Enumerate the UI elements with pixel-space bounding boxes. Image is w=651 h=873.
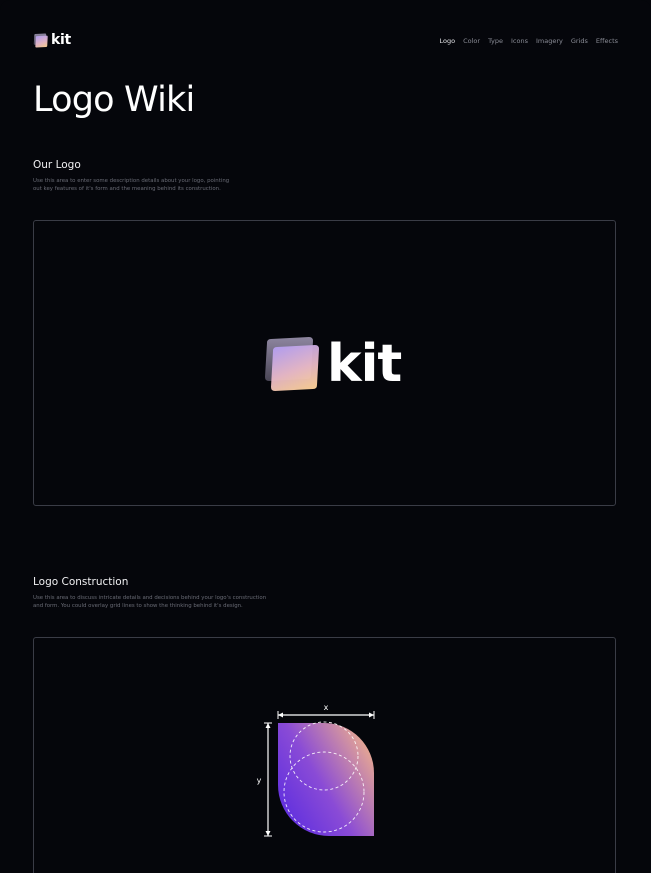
dimension-y-label: y	[257, 776, 262, 785]
brand-name: kit	[51, 32, 71, 48]
logo-construction-description-line1: Use this area to discuss intricate detai…	[33, 595, 267, 601]
dimension-x-arrow-right	[369, 712, 374, 718]
nav-item-imagery[interactable]: Imagery	[536, 36, 563, 46]
nav-item-logo[interactable]: Logo	[439, 36, 455, 46]
our-logo-description-line2: out key features of it's form and the me…	[33, 186, 221, 192]
dimension-x-arrow-left	[278, 712, 283, 718]
nav-item-color[interactable]: Color	[463, 36, 480, 46]
logo-wiki-page: kit Logo Color Type Icons Imagery Grids …	[0, 0, 651, 873]
brand-logo-link[interactable]: kit	[33, 33, 71, 48]
dimension-x-label: x	[324, 703, 329, 712]
page-title: Logo Wiki	[33, 80, 195, 120]
logo-construction-diagram: x y	[257, 703, 375, 837]
logo-showcase-panel: kit	[33, 220, 616, 506]
our-logo-description-line1: Use this area to enter some description …	[33, 178, 230, 184]
logo-construction-description-line2: and form. You could overlay grid lines t…	[33, 603, 243, 609]
dimension-y-arrow-top	[265, 723, 271, 728]
kit-logo-icon	[33, 33, 48, 48]
kit-logo-mark-icon	[265, 337, 319, 391]
nav-item-effects[interactable]: Effects	[596, 36, 618, 46]
nav-item-type[interactable]: Type	[488, 36, 503, 46]
construction-shape	[278, 723, 374, 836]
kit-logo-wordmark: kit	[327, 334, 402, 394]
our-logo-heading: Our Logo	[33, 159, 81, 171]
top-nav: Logo Color Type Icons Imagery Grids Effe…	[439, 36, 618, 46]
logo-construction-panel: x y	[33, 637, 616, 873]
nav-item-grids[interactable]: Grids	[571, 36, 588, 46]
dimension-y-arrow-bottom	[265, 831, 271, 836]
nav-item-icons[interactable]: Icons	[511, 36, 528, 46]
logo-construction-heading: Logo Construction	[33, 576, 129, 588]
kit-logo-large: kit	[263, 334, 402, 394]
